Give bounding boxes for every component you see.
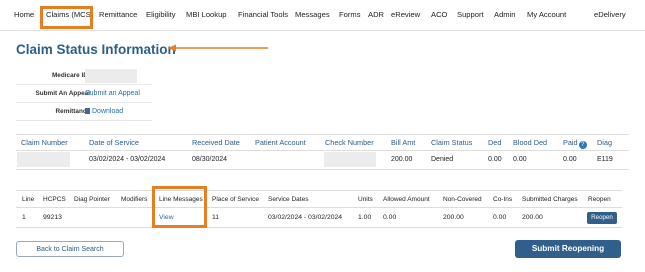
diag-pointer-header: Diag Pointer <box>74 196 110 203</box>
ded-value: 0.00 <box>488 156 502 163</box>
medicare-id-row: Medicare ID: <box>16 68 152 85</box>
patient-account-header: Patient Account <box>255 138 306 147</box>
allowed-amount-value: 0.00 <box>383 214 397 221</box>
co-ins-header: Co-Ins <box>493 196 513 203</box>
date-of-service-value: 03/02/2024 - 03/02/2024 <box>89 156 166 163</box>
submitted-charges-header: Submitted Charges <box>522 196 578 203</box>
nav-remittance[interactable]: Remittance <box>99 10 137 19</box>
allowed-amount-header: Allowed Amount <box>383 196 430 203</box>
nav-admin[interactable]: Admin <box>494 10 516 19</box>
service-dates-value: 03/02/2024 - 03/02/2024 <box>268 214 343 221</box>
claim-status-value: Denied <box>431 156 454 163</box>
nav-forms[interactable]: Forms <box>339 10 361 19</box>
line-table-header-border <box>16 207 622 208</box>
paid-header: Paid? <box>563 138 587 149</box>
paid-header-label: Paid <box>563 138 578 147</box>
nav-adr[interactable]: ADR <box>368 10 384 19</box>
units-value: 1.00 <box>358 214 372 221</box>
hcpcs-header: HCPCS <box>43 196 66 203</box>
download-link[interactable]: Download <box>85 108 123 115</box>
modifiers-header: Modifiers <box>121 196 148 203</box>
appeal-row: Submit An Appeal Submit an Appeal <box>16 86 152 103</box>
bill-amt-header: Bill Amt <box>391 138 416 147</box>
nav-eligibility[interactable]: Eligibility <box>146 10 176 19</box>
diag-value: E119 <box>597 156 613 163</box>
nav-support[interactable]: Support <box>457 10 484 19</box>
line-table-bottom-border <box>16 227 622 228</box>
top-nav: Home Claims (MCS) Remittance Eligibility… <box>0 0 645 31</box>
claim-table-top-border <box>16 134 629 135</box>
claim-number-value <box>17 152 70 167</box>
line-value: 1 <box>22 214 26 221</box>
nav-edelivery[interactable]: eDelivery <box>594 10 626 19</box>
co-ins-value: 0.00 <box>493 214 507 221</box>
page-title: Claim Status Information <box>16 42 176 57</box>
nav-financial-tools[interactable]: Financial Tools <box>238 10 288 19</box>
line-messages-highlight <box>152 186 207 228</box>
service-dates-header: Service Dates <box>268 196 309 203</box>
remittance-row: Remittance Download <box>16 104 152 121</box>
medicare-id-value <box>85 69 137 83</box>
check-number-header: Check Number <box>325 138 374 147</box>
paid-value: 0.00 <box>563 156 577 163</box>
reopen-button[interactable]: Reopen <box>587 212 617 224</box>
non-covered-value: 200.00 <box>443 214 464 221</box>
hcpcs-value: 99213 <box>43 214 62 221</box>
blood-ded-header: Blood Ded <box>513 138 548 147</box>
help-icon[interactable]: ? <box>578 141 587 149</box>
line-header: Line <box>22 196 35 203</box>
place-of-service-value: 11 <box>212 214 220 221</box>
submitted-charges-value: 200.00 <box>522 214 543 221</box>
check-number-value <box>324 152 376 167</box>
units-header: Units <box>358 196 373 203</box>
received-date-header: Received Date <box>192 138 240 147</box>
claim-table-header-border <box>16 150 629 151</box>
claim-status-header: Claim Status <box>431 138 473 147</box>
submit-reopening-button[interactable]: Submit Reopening <box>515 240 621 258</box>
nav-messages[interactable]: Messages <box>295 10 330 19</box>
line-table-top-border <box>16 190 622 191</box>
diag-header: Diag <box>597 138 613 147</box>
document-icon <box>85 108 90 114</box>
nav-aco[interactable]: ACO <box>431 10 447 19</box>
download-label: Download <box>92 108 124 115</box>
place-of-service-header: Place of Service <box>212 196 259 203</box>
non-covered-header: Non-Covered <box>443 196 482 203</box>
appeal-label: Submit An Appeal <box>35 90 90 97</box>
submit-appeal-link[interactable]: Submit an Appeal <box>85 90 140 97</box>
ded-header: Ded <box>488 138 502 147</box>
reopen-header: Reopen <box>588 196 611 203</box>
claims-nav-highlight <box>40 6 93 29</box>
nav-my-account[interactable]: My Account <box>527 10 566 19</box>
blood-ded-value: 0.00 <box>513 156 527 163</box>
back-to-claim-search-button[interactable]: Back to Claim Search <box>16 241 124 257</box>
nav-home[interactable]: Home <box>14 10 34 19</box>
claim-table-bottom-border <box>16 169 629 170</box>
bill-amt-value: 200.00 <box>391 156 413 163</box>
received-date-value: 08/30/2024 <box>192 156 228 163</box>
nav-mbi-lookup[interactable]: MBI Lookup <box>186 10 227 19</box>
date-of-service-header: Date of Service <box>89 138 139 147</box>
claim-number-header: Claim Number <box>21 138 68 147</box>
arrow-annotation-icon <box>168 44 268 52</box>
nav-ereview[interactable]: eReview <box>391 10 420 19</box>
